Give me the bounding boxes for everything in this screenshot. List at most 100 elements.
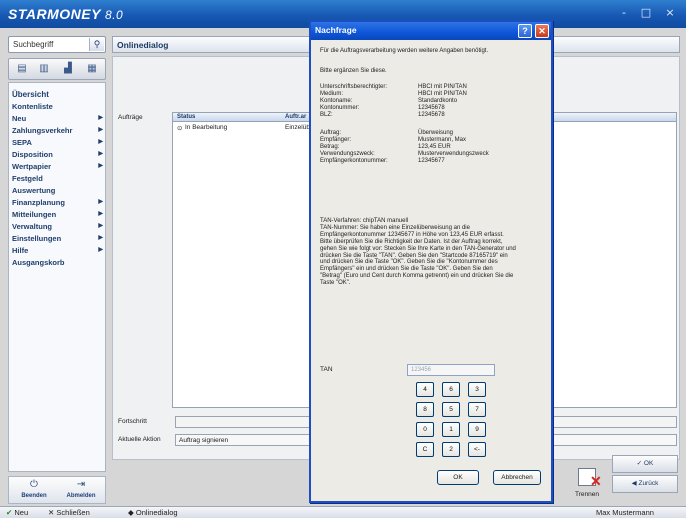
info-key: Unterschriftsberechtigter: [320, 84, 388, 90]
zurueck-label: Zurück [638, 480, 659, 487]
dialog-ok-button[interactable]: OK [437, 470, 479, 485]
status-neu-label: Neu [14, 508, 29, 517]
info-key: Kontoname: [320, 98, 353, 104]
help-icon[interactable]: ? [518, 24, 532, 38]
sidebar-item-festgeld[interactable]: Festgeld [9, 173, 107, 184]
close-window-button[interactable]: × [662, 6, 678, 20]
close-icon: ✕ [48, 508, 55, 517]
sidebar-item-disposition[interactable]: Disposition ▶ [9, 149, 107, 160]
search-box[interactable]: Suchbegriff ⚲ [8, 36, 106, 53]
sidebar-item-verwaltung[interactable]: Verwaltung ▶ [9, 221, 107, 232]
info-value: HBCI mit PIN/TAN [418, 84, 467, 90]
chevron-right-icon: ▶ [98, 211, 103, 217]
info-key: BLZ: [320, 112, 333, 118]
tan-input[interactable]: 123456 [407, 364, 495, 376]
info-value: HBCI mit PIN/TAN [418, 91, 467, 97]
keypad-key[interactable]: 1 [442, 422, 460, 437]
order-value: Überweisung [418, 130, 454, 136]
status-tab[interactable]: ◆ Onlinedialog [128, 508, 178, 517]
quick-toolbar: ▤ ▥ ▟ ▦ [8, 58, 106, 80]
sidebar-item-sepa[interactable]: SEPA ▶ [9, 137, 107, 148]
sidebar-item-mitteilungen[interactable]: Mitteilungen ▶ [9, 209, 107, 220]
maximize-button[interactable]: □ [638, 6, 654, 20]
abmelden-button[interactable]: ⇥ Abmelden [59, 479, 103, 499]
disconnect-icon: ✕ [578, 468, 602, 488]
row-auftragsart[interactable]: Einzelüb [285, 124, 310, 131]
sidebar-item-label: Mitteilungen [12, 210, 57, 219]
tan-description: TAN-Verfahren: chipTAN manuell TAN-Numme… [320, 218, 516, 287]
order-value: Musterverwendungszweck [418, 151, 489, 157]
sidebar-item-label: Finanzplanung [12, 198, 65, 207]
sidebar-item-label: Wertpapier [12, 162, 52, 171]
dialog-cancel-button[interactable]: Abbrechen [493, 470, 541, 485]
trennen-button[interactable]: ✕ Trennen [568, 466, 606, 504]
keypad-key[interactable]: 7 [468, 402, 486, 417]
column-auftragsart[interactable]: Auftr.ar [285, 114, 306, 120]
search-input[interactable]: Suchbegriff [13, 40, 53, 49]
sidebar-item-label: Ausgangskorb [12, 258, 65, 267]
status-schliessen-button[interactable]: ✕ Schließen [48, 508, 90, 517]
keypad-backspace-key[interactable]: <- [468, 442, 486, 457]
sidebar-navigation: Übersicht Kontenliste Neu ▶ Zahlungsverke… [8, 82, 106, 472]
sidebar-item-label: Kontenliste [12, 102, 53, 111]
keypad-key[interactable]: 5 [442, 402, 460, 417]
sidebar-item-ausgangskorb[interactable]: Ausgangskorb [9, 257, 107, 268]
bottom-tools: ⏻ Beenden ⇥ Abmelden [8, 476, 106, 504]
close-icon[interactable]: ✕ [535, 24, 549, 38]
beenden-button[interactable]: ⏻ Beenden [12, 479, 56, 499]
minimize-button[interactable]: - [616, 6, 632, 20]
chevron-right-icon: ▶ [98, 151, 103, 157]
sidebar-item-hilfe[interactable]: Hilfe ▶ [9, 245, 107, 256]
ok-button[interactable]: ✓ OK [612, 455, 678, 473]
order-key: Empfängerkontonummer: [320, 158, 388, 164]
keypad-key[interactable]: 0 [416, 422, 434, 437]
chart-icon[interactable]: ▟ [61, 63, 75, 75]
page-title: Onlinedialog [117, 40, 169, 50]
sidebar-item-wertpapier[interactable]: Wertpapier ▶ [9, 161, 107, 172]
sidebar-item-finanzplanung[interactable]: Finanzplanung ▶ [9, 197, 107, 208]
transfer-icon[interactable]: ▥ [37, 63, 51, 75]
logout-icon: ⇥ [76, 479, 86, 490]
sidebar-item-kontenliste[interactable]: Kontenliste [9, 101, 107, 112]
sidebar-item-einstellungen[interactable]: Einstellungen ▶ [9, 233, 107, 244]
tan-label: TAN [320, 366, 333, 373]
chevron-right-icon: ▶ [98, 115, 103, 121]
abmelden-label: Abmelden [66, 493, 96, 499]
sidebar-item-neu[interactable]: Neu ▶ [9, 113, 107, 124]
accounts-icon[interactable]: ▤ [15, 63, 29, 75]
keypad-key[interactable]: 2 [442, 442, 460, 457]
sidebar-item-auswertung[interactable]: Auswertung [9, 185, 107, 196]
row-status-icon: ⊙ [177, 125, 183, 132]
app-logo-text: STARMONEY [8, 6, 101, 22]
zurueck-button[interactable]: ◀ Zurück [612, 475, 678, 493]
sidebar-item-zahlungsverkehr[interactable]: Zahlungsverkehr ▶ [9, 125, 107, 136]
keypad-key[interactable]: 6 [442, 382, 460, 397]
power-icon: ⏻ [30, 479, 38, 490]
status-schliessen-label: Schließen [56, 508, 90, 517]
sidebar-item-label: Einstellungen [12, 234, 62, 243]
keypad-key[interactable]: 8 [416, 402, 434, 417]
fortschritt-label: Fortschritt [118, 418, 147, 425]
keypad-key[interactable]: 4 [416, 382, 434, 397]
row-status[interactable]: In Bearbeitung [185, 124, 227, 131]
keypad-key[interactable]: C [416, 442, 434, 457]
status-tab-label: Onlinedialog [135, 508, 178, 517]
check-icon: ✔ [6, 508, 13, 517]
sidebar-item-label: Disposition [12, 150, 53, 159]
sidebar-item-uebersicht[interactable]: Übersicht [9, 89, 107, 100]
sidebar-item-label: Neu [12, 114, 27, 123]
sidebar-item-label: Auswertung [12, 186, 56, 195]
search-icon[interactable]: ⚲ [89, 38, 104, 51]
status-neu-button[interactable]: ✔ Neu [6, 508, 28, 517]
sidebar-item-label: Verwaltung [12, 222, 53, 231]
status-user: Max Mustermann [596, 508, 654, 517]
chevron-right-icon: ▶ [98, 247, 103, 253]
chevron-right-icon: ▶ [98, 199, 103, 205]
chevron-right-icon: ▶ [98, 223, 103, 229]
calculator-icon[interactable]: ▦ [85, 63, 99, 75]
order-key: Betrag: [320, 144, 340, 150]
column-status[interactable]: Status [177, 114, 195, 120]
chevron-right-icon: ▶ [98, 127, 103, 133]
keypad-key[interactable]: 9 [468, 422, 486, 437]
keypad-key[interactable]: 3 [468, 382, 486, 397]
